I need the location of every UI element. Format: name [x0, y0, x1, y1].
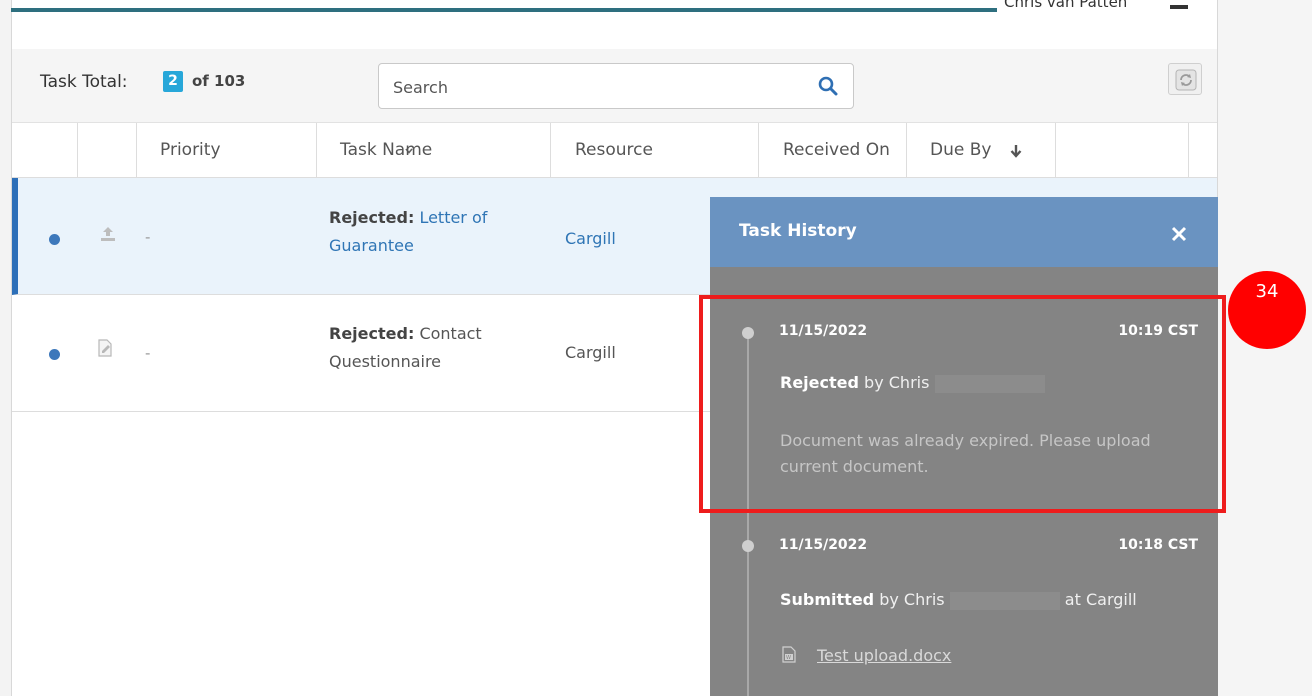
column-indicator	[12, 123, 78, 178]
resource-name: Cargill	[565, 343, 616, 362]
attachment-link[interactable]: Test upload.docx	[817, 646, 951, 665]
column-type	[78, 123, 137, 178]
history-time: 10:18 CST	[1118, 537, 1198, 553]
document-edit-icon	[98, 339, 112, 357]
task-history-title: Task History	[739, 221, 857, 241]
history-action-label: Submitted	[780, 590, 875, 609]
step-number-badge: 34	[1228, 271, 1306, 349]
svg-text:W: W	[786, 655, 791, 661]
user-name[interactable]: Chris van Patten	[1004, 0, 1127, 11]
column-due-by-label: Due By	[930, 140, 992, 160]
step-number: 34	[1255, 281, 1279, 302]
column-extra	[1056, 123, 1189, 178]
task-history-header: Task History	[710, 197, 1218, 267]
unread-dot-icon	[49, 349, 60, 360]
column-received-on[interactable]: Received On	[759, 123, 907, 178]
user-menu-icon[interactable]	[1170, 5, 1188, 9]
priority-value: -	[145, 344, 151, 362]
resource-link[interactable]: Cargill	[565, 229, 616, 248]
column-resource[interactable]: Resource	[551, 123, 759, 178]
timeline-dot	[742, 540, 754, 552]
column-priority[interactable]: Priority	[137, 123, 413, 178]
search-icon[interactable]	[818, 76, 838, 96]
column-due-by[interactable]: Due By	[907, 123, 1056, 178]
task-status-label: Rejected:	[329, 324, 415, 343]
refresh-icon	[1175, 69, 1197, 91]
page-left-edge	[0, 0, 11, 696]
redacted-name	[949, 591, 1060, 610]
refresh-button[interactable]	[1168, 63, 1202, 95]
column-resource-label: Resource	[575, 140, 653, 160]
task-status-label: Rejected:	[329, 208, 415, 227]
upload-icon	[101, 227, 115, 241]
unread-dot-icon	[49, 234, 60, 245]
history-action: Submitted by Chris at Cargill	[780, 590, 1137, 610]
task-count-badge: 2	[163, 71, 183, 92]
column-received-on-label: Received On	[783, 140, 890, 160]
history-date: 11/15/2022	[779, 537, 868, 553]
word-file-icon: W	[782, 646, 796, 663]
history-by-text: by Chris	[879, 590, 945, 609]
task-name-cell[interactable]: Rejected: Letter of Guarantee	[329, 204, 539, 260]
task-of-label: of 103	[192, 72, 246, 90]
column-task-name-label: Task Name	[340, 140, 433, 160]
annotation-highlight-box	[699, 295, 1226, 513]
column-task-name[interactable]: Task Name	[317, 123, 551, 178]
close-icon[interactable]	[1170, 225, 1188, 243]
table-header: Priority Task Name Resource Received On …	[12, 123, 1217, 178]
history-at-text: at Cargill	[1064, 590, 1137, 609]
task-total-label: Task Total:	[40, 72, 128, 92]
search-box[interactable]	[378, 63, 854, 109]
priority-value: -	[145, 228, 151, 246]
search-input[interactable]	[393, 74, 793, 100]
top-accent-bar	[11, 8, 997, 12]
arrow-down-icon	[1010, 145, 1022, 158]
task-name-cell[interactable]: Rejected: Contact Questionnaire	[329, 320, 539, 376]
column-priority-label: Priority	[160, 140, 221, 160]
task-toolbar: Task Total: 2 of 103	[12, 49, 1217, 123]
